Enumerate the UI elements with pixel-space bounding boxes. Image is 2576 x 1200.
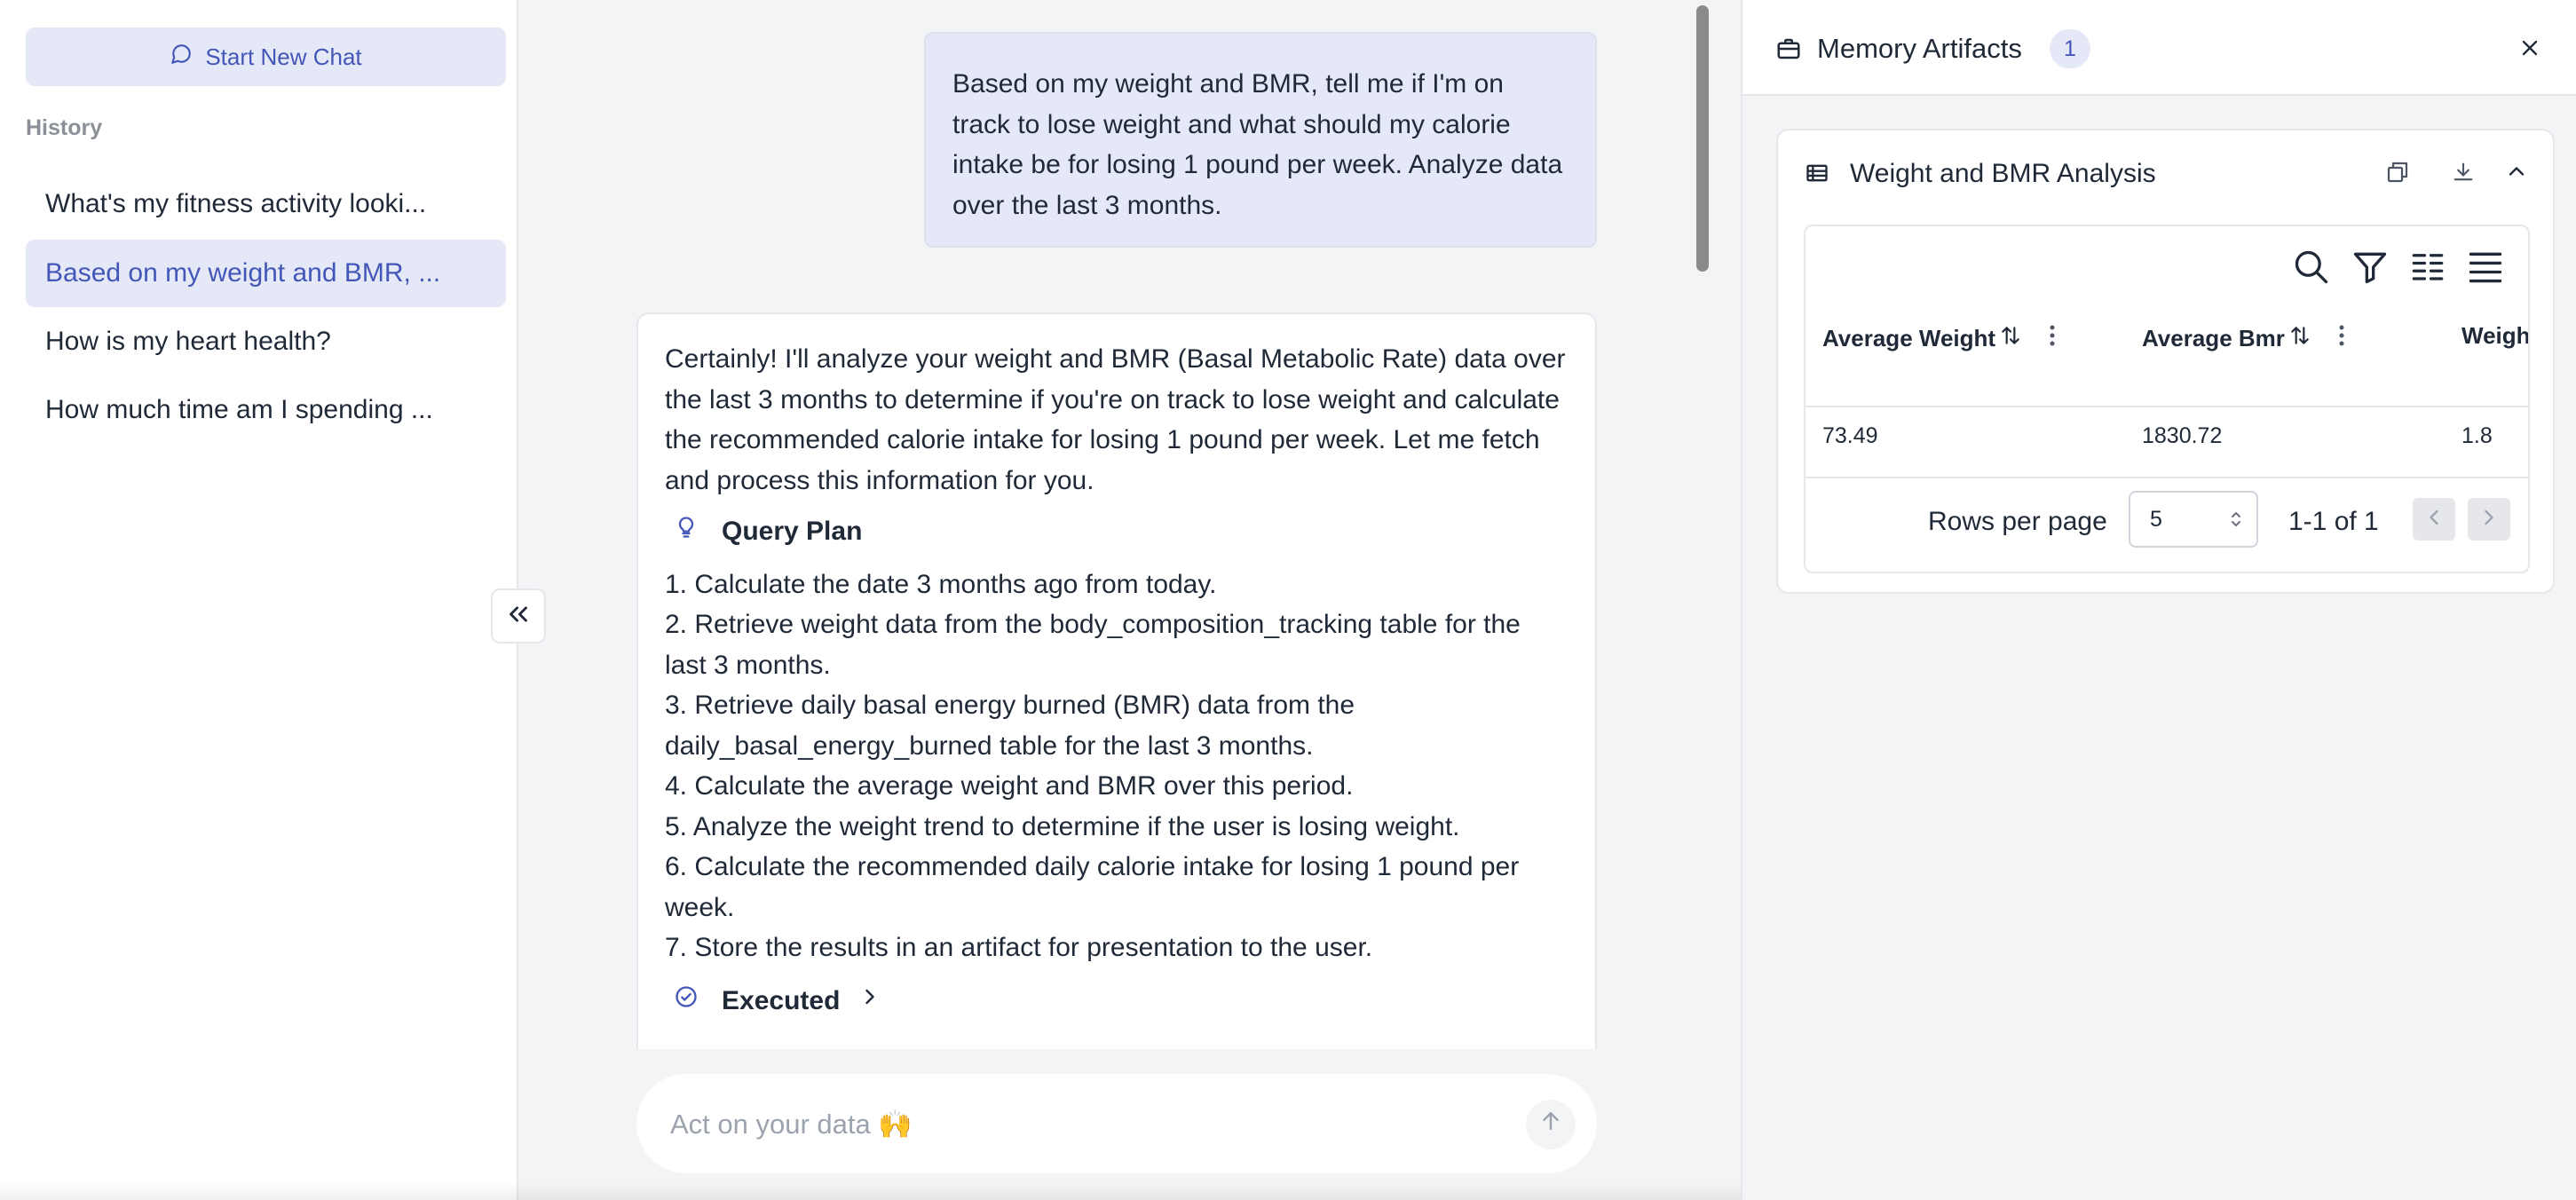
rows-per-page-value: 5 — [2150, 506, 2162, 532]
query-plan-header: Query Plan — [674, 511, 1569, 552]
column-header-label: Weigh — [2461, 322, 2530, 349]
arrow-up-icon — [1537, 1108, 1564, 1141]
memory-artifacts-panel: Memory Artifacts 1 Weight and BMR Analys… — [1741, 0, 2576, 1200]
density-icon[interactable] — [2466, 248, 2505, 291]
column-header-label: Average Weight — [1822, 325, 1996, 351]
assistant-intro-text: Certainly! I'll analyze your weight and … — [665, 344, 1566, 495]
query-plan-label: Query Plan — [722, 517, 863, 546]
table-cell: 1.8 — [2461, 423, 2493, 448]
download-icon[interactable] — [2451, 160, 2476, 189]
panel-header: Memory Artifacts 1 — [1742, 0, 2576, 96]
chevron-right-icon — [2477, 505, 2501, 534]
chat-input[interactable]: Act on your data 🙌 — [636, 1074, 1597, 1173]
search-icon[interactable] — [2292, 248, 2331, 291]
rows-per-page-select[interactable]: 5 — [2129, 491, 2258, 548]
collapse-sidebar-button[interactable] — [491, 588, 546, 643]
plan-step: 2. Retrieve weight data from the body_co… — [665, 610, 1521, 680]
panel-title: Memory Artifacts — [1817, 33, 2022, 64]
artifact-title: Weight and BMR Analysis — [1850, 159, 2156, 188]
columns-icon[interactable] — [2409, 248, 2446, 289]
plan-step: 5. Analyze the weight trend to determine… — [665, 811, 1460, 841]
send-button[interactable] — [1526, 1100, 1576, 1149]
user-message-text: Based on my weight and BMR, tell me if I… — [952, 69, 1563, 220]
select-arrows-icon — [2228, 509, 2244, 536]
column-header[interactable]: Average Bmr — [2142, 322, 2352, 355]
copy-icon[interactable] — [2384, 159, 2411, 190]
chevron-up-icon[interactable] — [2504, 159, 2529, 188]
executed-label: Executed — [722, 985, 841, 1015]
rows-per-page-label: Rows per page — [1928, 507, 2107, 536]
history-item[interactable]: How is my heart health? — [26, 308, 506, 375]
history-item-label: How much time am I spending ... — [45, 395, 433, 424]
table-cell: 1830.72 — [2142, 423, 2223, 448]
chevron-left-icon — [2422, 505, 2446, 534]
column-header-label: Average Bmr — [2142, 325, 2285, 351]
sort-icon[interactable] — [1999, 324, 2022, 353]
artifact-card: Weight and BMR Analysis Average Weight A… — [1776, 129, 2555, 594]
chat-scrollbar[interactable] — [1696, 5, 1709, 272]
history-item-label: What's my fitness activity looki... — [45, 189, 427, 218]
next-page-button[interactable] — [2468, 498, 2510, 541]
chat-bubble-icon — [170, 43, 193, 72]
pagination-range: 1-1 of 1 — [2288, 507, 2379, 536]
lightbulb-icon — [674, 511, 699, 552]
more-vertical-icon[interactable] — [2331, 322, 2352, 355]
history-item-label: How is my heart health? — [45, 327, 331, 356]
column-header[interactable]: Average Weight — [1822, 322, 2063, 355]
sort-icon[interactable] — [2288, 324, 2311, 353]
history-item[interactable]: What's my fitness activity looki... — [26, 170, 506, 238]
previous-page-button[interactable] — [2413, 498, 2455, 541]
artifact-table: Average Weight Average Bmr Weigh 73.49 1… — [1804, 225, 2530, 573]
table-icon — [1805, 161, 1829, 190]
plan-step: 3. Retrieve daily basal energy burned (B… — [665, 691, 1355, 761]
start-new-chat-button[interactable]: Start New Chat — [26, 28, 506, 86]
history-item-active[interactable]: Based on my weight and BMR, ... — [26, 240, 506, 307]
column-header[interactable]: Weigh — [2461, 322, 2530, 350]
briefcase-icon — [1775, 36, 1802, 67]
check-circle-icon — [674, 981, 699, 1022]
filter-icon[interactable] — [2351, 248, 2390, 291]
double-chevron-left-icon — [503, 599, 533, 634]
chat-input-placeholder: Act on your data 🙌 — [670, 1108, 913, 1140]
history-item[interactable]: How much time am I spending ... — [26, 376, 506, 444]
history-item-label: Based on my weight and BMR, ... — [45, 258, 441, 288]
more-vertical-icon[interactable] — [2042, 322, 2063, 355]
chevron-right-icon — [857, 981, 882, 1022]
history-heading: History — [26, 115, 103, 140]
start-new-chat-label: Start New Chat — [205, 43, 362, 70]
close-icon[interactable] — [2517, 36, 2542, 65]
row-divider — [1806, 406, 2528, 407]
bottom-edge-shadow — [0, 1182, 1742, 1200]
user-message: Based on my weight and BMR, tell me if I… — [924, 32, 1597, 248]
row-divider — [1806, 477, 2528, 478]
executed-toggle[interactable]: Executed — [674, 981, 1569, 1022]
plan-step: 4. Calculate the average weight and BMR … — [665, 771, 1354, 801]
table-cell: 73.49 — [1822, 423, 1878, 448]
plan-step: 1. Calculate the date 3 months ago from … — [665, 569, 1217, 599]
artifact-count-badge: 1 — [2050, 29, 2090, 68]
sidebar: Start New Chat History What's my fitness… — [0, 0, 518, 1200]
plan-step: 7. Store the results in an artifact for … — [665, 933, 1373, 962]
plan-step: 6. Calculate the recommended daily calor… — [665, 852, 1520, 922]
query-plan-list: 1. Calculate the date 3 months ago from … — [665, 564, 1569, 968]
